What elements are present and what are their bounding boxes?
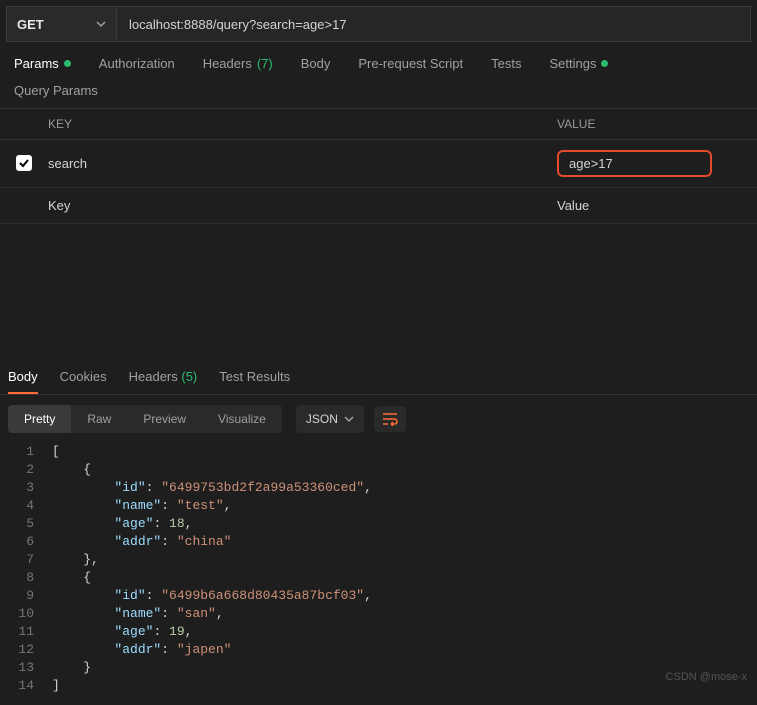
view-raw[interactable]: Raw <box>71 405 127 433</box>
url-input[interactable] <box>116 6 751 42</box>
resp-headers-count: (5) <box>181 369 197 384</box>
wrap-icon <box>382 412 398 426</box>
format-select[interactable]: JSON <box>296 405 364 433</box>
params-table: KEY VALUE search age>17 Key Value <box>0 108 757 224</box>
resp-tab-headers[interactable]: Headers (5) <box>129 369 198 394</box>
view-pretty[interactable]: Pretty <box>8 405 71 433</box>
col-header-value: VALUE <box>557 109 757 140</box>
param-value-placeholder[interactable]: Value <box>557 188 757 224</box>
wrap-lines-button[interactable] <box>374 406 406 432</box>
status-dot-icon <box>64 60 71 67</box>
resp-tab-body[interactable]: Body <box>8 369 38 394</box>
method-select[interactable]: GET <box>6 6 116 42</box>
tab-tests[interactable]: Tests <box>491 56 521 71</box>
view-mode-buttons: Pretty Raw Preview Visualize <box>8 405 282 433</box>
table-row-empty[interactable]: Key Value <box>0 188 757 224</box>
view-preview[interactable]: Preview <box>127 405 202 433</box>
row-checkbox[interactable] <box>16 155 32 171</box>
chevron-down-icon <box>344 414 354 424</box>
watermark: CSDN @mose-x <box>666 671 747 683</box>
status-dot-icon <box>601 60 608 67</box>
param-key-placeholder[interactable]: Key <box>48 188 557 224</box>
tab-settings[interactable]: Settings <box>549 56 608 71</box>
method-label: GET <box>17 17 44 32</box>
tab-params[interactable]: Params <box>14 56 71 71</box>
table-row[interactable]: search age>17 <box>0 140 757 188</box>
tab-authorization[interactable]: Authorization <box>99 56 175 71</box>
param-value[interactable]: age>17 <box>557 150 712 177</box>
view-visualize[interactable]: Visualize <box>202 405 282 433</box>
col-header-key: KEY <box>48 109 557 140</box>
chevron-down-icon <box>96 19 106 29</box>
response-tabs: Body Cookies Headers (5) Test Results <box>0 359 757 395</box>
tab-prerequest[interactable]: Pre-request Script <box>358 56 463 71</box>
resp-tab-tests[interactable]: Test Results <box>219 369 290 394</box>
response-body[interactable]: 1[2 {3 "id": "6499753bd2f2a99a53360ced",… <box>0 443 757 705</box>
tab-body[interactable]: Body <box>301 56 331 71</box>
tab-headers[interactable]: Headers (7) <box>203 56 273 71</box>
headers-count: (7) <box>257 56 273 71</box>
param-key[interactable]: search <box>48 140 557 188</box>
resp-tab-cookies[interactable]: Cookies <box>60 369 107 394</box>
section-label: Query Params <box>0 79 757 108</box>
request-tabs: Params Authorization Headers (7) Body Pr… <box>0 42 757 79</box>
